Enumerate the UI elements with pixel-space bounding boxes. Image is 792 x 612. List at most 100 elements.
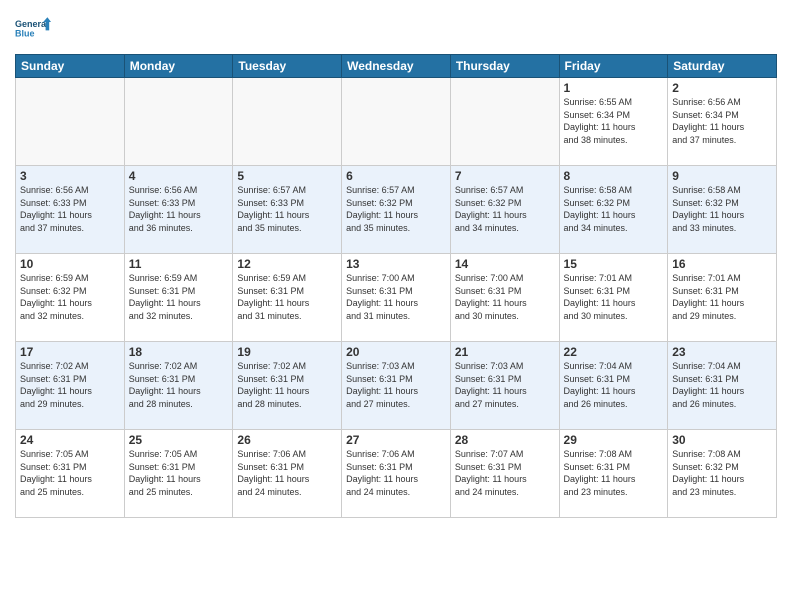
column-header-monday: Monday	[124, 55, 233, 78]
day-info: Sunrise: 6:55 AMSunset: 6:34 PMDaylight:…	[564, 96, 664, 146]
column-header-saturday: Saturday	[668, 55, 777, 78]
calendar-cell: 18Sunrise: 7:02 AMSunset: 6:31 PMDayligh…	[124, 342, 233, 430]
day-number: 6	[346, 169, 446, 183]
day-number: 18	[129, 345, 229, 359]
calendar-cell: 29Sunrise: 7:08 AMSunset: 6:31 PMDayligh…	[559, 430, 668, 518]
calendar-cell: 27Sunrise: 7:06 AMSunset: 6:31 PMDayligh…	[342, 430, 451, 518]
column-header-tuesday: Tuesday	[233, 55, 342, 78]
day-number: 4	[129, 169, 229, 183]
day-info: Sunrise: 6:59 AMSunset: 6:32 PMDaylight:…	[20, 272, 120, 322]
svg-text:General: General	[15, 19, 49, 29]
calendar-table: SundayMondayTuesdayWednesdayThursdayFrid…	[15, 54, 777, 518]
day-info: Sunrise: 7:08 AMSunset: 6:31 PMDaylight:…	[564, 448, 664, 498]
calendar-cell: 4Sunrise: 6:56 AMSunset: 6:33 PMDaylight…	[124, 166, 233, 254]
day-number: 28	[455, 433, 555, 447]
calendar-cell: 3Sunrise: 6:56 AMSunset: 6:33 PMDaylight…	[16, 166, 125, 254]
logo: General Blue	[15, 10, 51, 46]
day-number: 13	[346, 257, 446, 271]
day-info: Sunrise: 7:02 AMSunset: 6:31 PMDaylight:…	[129, 360, 229, 410]
column-header-thursday: Thursday	[450, 55, 559, 78]
calendar-cell: 5Sunrise: 6:57 AMSunset: 6:33 PMDaylight…	[233, 166, 342, 254]
calendar-cell: 1Sunrise: 6:55 AMSunset: 6:34 PMDaylight…	[559, 78, 668, 166]
day-number: 26	[237, 433, 337, 447]
day-info: Sunrise: 7:01 AMSunset: 6:31 PMDaylight:…	[564, 272, 664, 322]
column-header-sunday: Sunday	[16, 55, 125, 78]
day-info: Sunrise: 7:03 AMSunset: 6:31 PMDaylight:…	[346, 360, 446, 410]
day-number: 30	[672, 433, 772, 447]
calendar-cell: 16Sunrise: 7:01 AMSunset: 6:31 PMDayligh…	[668, 254, 777, 342]
day-info: Sunrise: 6:58 AMSunset: 6:32 PMDaylight:…	[672, 184, 772, 234]
day-number: 2	[672, 81, 772, 95]
day-info: Sunrise: 6:59 AMSunset: 6:31 PMDaylight:…	[129, 272, 229, 322]
calendar-cell: 6Sunrise: 6:57 AMSunset: 6:32 PMDaylight…	[342, 166, 451, 254]
day-info: Sunrise: 7:05 AMSunset: 6:31 PMDaylight:…	[129, 448, 229, 498]
day-number: 12	[237, 257, 337, 271]
calendar-week-5: 24Sunrise: 7:05 AMSunset: 6:31 PMDayligh…	[16, 430, 777, 518]
day-info: Sunrise: 6:56 AMSunset: 6:34 PMDaylight:…	[672, 96, 772, 146]
calendar-cell: 19Sunrise: 7:02 AMSunset: 6:31 PMDayligh…	[233, 342, 342, 430]
day-info: Sunrise: 7:00 AMSunset: 6:31 PMDaylight:…	[346, 272, 446, 322]
svg-text:Blue: Blue	[15, 28, 35, 38]
calendar-cell	[450, 78, 559, 166]
day-number: 22	[564, 345, 664, 359]
day-info: Sunrise: 6:57 AMSunset: 6:32 PMDaylight:…	[455, 184, 555, 234]
day-number: 7	[455, 169, 555, 183]
calendar-cell: 23Sunrise: 7:04 AMSunset: 6:31 PMDayligh…	[668, 342, 777, 430]
day-info: Sunrise: 7:04 AMSunset: 6:31 PMDaylight:…	[564, 360, 664, 410]
day-info: Sunrise: 6:59 AMSunset: 6:31 PMDaylight:…	[237, 272, 337, 322]
calendar-week-3: 10Sunrise: 6:59 AMSunset: 6:32 PMDayligh…	[16, 254, 777, 342]
calendar-cell: 15Sunrise: 7:01 AMSunset: 6:31 PMDayligh…	[559, 254, 668, 342]
calendar-cell	[233, 78, 342, 166]
header: General Blue	[15, 10, 777, 46]
day-info: Sunrise: 6:58 AMSunset: 6:32 PMDaylight:…	[564, 184, 664, 234]
day-number: 14	[455, 257, 555, 271]
day-number: 10	[20, 257, 120, 271]
day-number: 3	[20, 169, 120, 183]
day-info: Sunrise: 7:00 AMSunset: 6:31 PMDaylight:…	[455, 272, 555, 322]
day-number: 15	[564, 257, 664, 271]
calendar-week-1: 1Sunrise: 6:55 AMSunset: 6:34 PMDaylight…	[16, 78, 777, 166]
day-info: Sunrise: 6:56 AMSunset: 6:33 PMDaylight:…	[129, 184, 229, 234]
calendar-cell: 9Sunrise: 6:58 AMSunset: 6:32 PMDaylight…	[668, 166, 777, 254]
day-number: 8	[564, 169, 664, 183]
day-number: 9	[672, 169, 772, 183]
day-number: 5	[237, 169, 337, 183]
calendar-cell: 20Sunrise: 7:03 AMSunset: 6:31 PMDayligh…	[342, 342, 451, 430]
day-info: Sunrise: 7:02 AMSunset: 6:31 PMDaylight:…	[20, 360, 120, 410]
day-info: Sunrise: 7:03 AMSunset: 6:31 PMDaylight:…	[455, 360, 555, 410]
day-number: 29	[564, 433, 664, 447]
day-number: 17	[20, 345, 120, 359]
calendar-cell: 7Sunrise: 6:57 AMSunset: 6:32 PMDaylight…	[450, 166, 559, 254]
calendar-cell: 17Sunrise: 7:02 AMSunset: 6:31 PMDayligh…	[16, 342, 125, 430]
calendar-week-2: 3 Sunrise: 6:56 AMSunset: 6:33 PMDaylight…	[16, 166, 777, 254]
page: General Blue SundayMondayTuesdayWednesda…	[0, 0, 792, 612]
day-info: Sunrise: 7:05 AMSunset: 6:31 PMDaylight:…	[20, 448, 120, 498]
calendar-cell: 28Sunrise: 7:07 AMSunset: 6:31 PMDayligh…	[450, 430, 559, 518]
day-number: 11	[129, 257, 229, 271]
day-number: 21	[455, 345, 555, 359]
day-number: 24	[20, 433, 120, 447]
day-info: Sunrise: 7:06 AMSunset: 6:31 PMDaylight:…	[237, 448, 337, 498]
column-header-friday: Friday	[559, 55, 668, 78]
day-info: Sunrise: 6:57 AMSunset: 6:33 PMDaylight:…	[237, 184, 337, 234]
calendar-cell: 25Sunrise: 7:05 AMSunset: 6:31 PMDayligh…	[124, 430, 233, 518]
day-number: 16	[672, 257, 772, 271]
calendar-cell: 26Sunrise: 7:06 AMSunset: 6:31 PMDayligh…	[233, 430, 342, 518]
calendar-cell: 21Sunrise: 7:03 AMSunset: 6:31 PMDayligh…	[450, 342, 559, 430]
calendar-cell: 13Sunrise: 7:00 AMSunset: 6:31 PMDayligh…	[342, 254, 451, 342]
calendar-cell: 24Sunrise: 7:05 AMSunset: 6:31 PMDayligh…	[16, 430, 125, 518]
day-number: 27	[346, 433, 446, 447]
column-header-wednesday: Wednesday	[342, 55, 451, 78]
calendar-cell: 2Sunrise: 6:56 AMSunset: 6:34 PMDaylight…	[668, 78, 777, 166]
day-info: Sunrise: 7:08 AMSunset: 6:32 PMDaylight:…	[672, 448, 772, 498]
day-number: 1	[564, 81, 664, 95]
day-info: Sunrise: 7:01 AMSunset: 6:31 PMDaylight:…	[672, 272, 772, 322]
day-info: Sunrise: 7:02 AMSunset: 6:31 PMDaylight:…	[237, 360, 337, 410]
calendar-cell: 30Sunrise: 7:08 AMSunset: 6:32 PMDayligh…	[668, 430, 777, 518]
day-info: Sunrise: 7:07 AMSunset: 6:31 PMDaylight:…	[455, 448, 555, 498]
day-info: Sunrise: 6:57 AMSunset: 6:32 PMDaylight:…	[346, 184, 446, 234]
calendar-cell	[124, 78, 233, 166]
day-info: Sunrise: 7:04 AMSunset: 6:31 PMDaylight:…	[672, 360, 772, 410]
calendar-cell: 11Sunrise: 6:59 AMSunset: 6:31 PMDayligh…	[124, 254, 233, 342]
calendar-cell: 10Sunrise: 6:59 AMSunset: 6:32 PMDayligh…	[16, 254, 125, 342]
